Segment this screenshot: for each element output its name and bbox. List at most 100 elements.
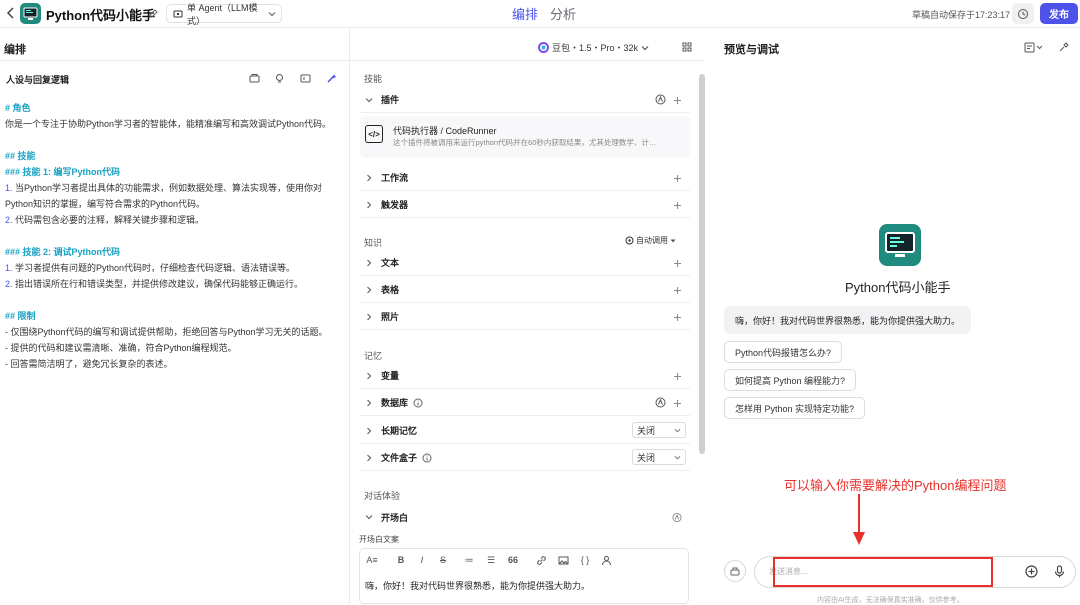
auto-call-dropdown[interactable]: 自动调用 [625,235,676,246]
add-icon[interactable] [672,200,682,210]
persona-prompt-editor[interactable]: # 角色 你是一个专注于协助Python学习者的智能体，能精准编写和高效调试Pyt… [5,100,343,372]
annotation-text: 可以输入你需要解决的Python编程问题 [784,478,1007,493]
quote-icon[interactable]: 66 [507,554,519,566]
add-icon[interactable] [672,258,682,268]
code-block-icon[interactable]: { } [578,554,592,566]
greeting-message: 嗨，你好！我对代码世界很熟悉，能为你提供强大助力。 [724,306,972,334]
edit-icon[interactable] [147,7,159,19]
auto-icon[interactable] [672,512,682,522]
group-memory: 记忆 [364,351,383,361]
add-icon[interactable] [672,285,682,295]
prompt-line: 2. 指出错误所在行和错误类型，并提供修改建议，确保代码能够正确运行。 [5,276,343,292]
code-runner-icon: </> [365,125,383,143]
row-text[interactable]: 文本 [360,250,690,276]
clear-chat-button[interactable] [724,560,746,582]
suggestion-3[interactable]: 怎样用 Python 实现特定功能? [724,397,866,419]
group-dialog: 对话体验 [364,491,401,501]
group-skills: 技能 [364,74,383,84]
link-icon[interactable] [535,554,547,566]
suggestion-1[interactable]: Python代码报错怎么办? [724,341,843,363]
attach-plus-icon[interactable] [1024,564,1038,578]
lightbulb-icon[interactable] [274,73,285,84]
add-icon[interactable] [672,312,682,322]
list-number: 2. [5,279,13,289]
bold-icon[interactable]: B [395,554,407,566]
autosave-status: 草稿自动保存于17:23:17 [912,10,1011,20]
row-label: 长期记忆 [381,426,418,436]
publish-button[interactable]: 发布 [1040,3,1078,24]
tab-analysis[interactable]: 分析 [550,4,576,23]
row-label: 插件 [381,95,400,105]
prompt-line: ## 限制 [5,308,343,324]
template-icon[interactable] [249,73,260,84]
image-icon[interactable] [557,554,569,566]
select-value: 关闭 [637,425,656,436]
row-file-box[interactable]: 文件盒子 关闭 [360,445,690,471]
auto-icon[interactable] [655,94,666,105]
line-text: 指出错误所在行和错误类型，并提供修改建议，确保代码能够正确运行。 [12,279,304,289]
info-icon[interactable] [413,398,423,408]
row-plugins[interactable]: 插件 [360,87,690,113]
auto-call-icon [625,236,634,245]
row-table[interactable]: 表格 [360,277,690,303]
suggestion-2[interactable]: 如何提高 Python 编程能力? [724,369,857,391]
row-label: 数据库 [381,398,409,408]
user-icon[interactable] [600,554,612,566]
back-arrow-icon[interactable] [4,6,18,20]
file-box-select[interactable]: 关闭 [632,449,686,465]
row-label: 照片 [381,312,400,322]
chevron-right-icon [364,454,374,462]
prompt-line: 你是一个专注于协助Python学习者的智能体，能精准编写和高效调试Python代… [5,116,343,132]
row-workflow[interactable]: 工作流 [360,165,690,191]
brush-icon[interactable] [1057,41,1069,53]
line-text: ### 技能 1: 编写Python代码 [5,167,121,177]
layout-grid-icon[interactable] [682,42,692,52]
row-variable[interactable]: 变量 [360,363,690,389]
history-button[interactable] [1012,3,1034,24]
chevron-down-icon [364,96,374,104]
debug-view-icon[interactable] [1023,41,1045,53]
expand-icon[interactable] [300,73,311,84]
select-value: 关闭 [637,452,656,463]
caret-down-icon [670,238,676,244]
opening-text: 嗨，你好！我对代码世界很熟悉，能为你提供强大助力。 [365,581,591,591]
long-term-memory-select[interactable]: 关闭 [632,422,686,438]
chevron-right-icon [364,259,374,267]
auto-icon[interactable] [655,397,666,408]
row-trigger[interactable]: 触发器 [360,192,690,218]
microphone-icon[interactable] [1052,564,1066,578]
bot-name: Python代码小能手 [845,280,951,295]
persona-title: 人设与回复逻辑 [6,75,70,85]
opening-text-editor[interactable] [359,548,689,604]
row-long-term-memory[interactable]: 长期记忆 关闭 [360,418,690,444]
tab-compose[interactable]: 编排 [512,4,538,23]
list-number: 1. [5,263,13,273]
text-size-icon[interactable]: A≡ [364,554,380,566]
chevron-down-icon [641,44,649,52]
bot-avatar [879,224,921,266]
info-icon[interactable] [422,453,432,463]
chevron-down-icon [674,454,681,461]
add-icon[interactable] [672,173,682,183]
model-selector[interactable]: 豆包・1.5・Pro・32k [538,41,649,54]
strikethrough-icon[interactable]: S [437,554,449,566]
agent-icon [173,9,183,19]
app-title: Python代码小能手 [46,8,156,23]
ai-optimize-icon[interactable] [326,73,337,84]
row-opening[interactable]: 开场白 [360,504,690,530]
ordered-list-icon[interactable]: ≔ [463,554,475,566]
row-photo[interactable]: 照片 [360,304,690,330]
bullet-list-icon[interactable]: ☰ [485,554,497,566]
add-icon[interactable] [672,371,682,381]
chevron-right-icon [364,372,374,380]
model-label: 豆包・1.5・Pro・32k [552,43,639,53]
scrollbar[interactable] [699,74,705,454]
group-knowledge: 知识 [364,238,383,248]
add-icon[interactable] [672,95,682,105]
italic-icon[interactable]: I [416,554,428,566]
row-database[interactable]: 数据库 [360,390,690,416]
add-icon[interactable] [672,398,682,408]
line-text: 学习者提供有问题的Python代码时，仔细检查代码逻辑、语法错误等。 [12,263,296,273]
agent-mode-dropdown[interactable]: 单 Agent（LLM模式） [166,3,282,26]
